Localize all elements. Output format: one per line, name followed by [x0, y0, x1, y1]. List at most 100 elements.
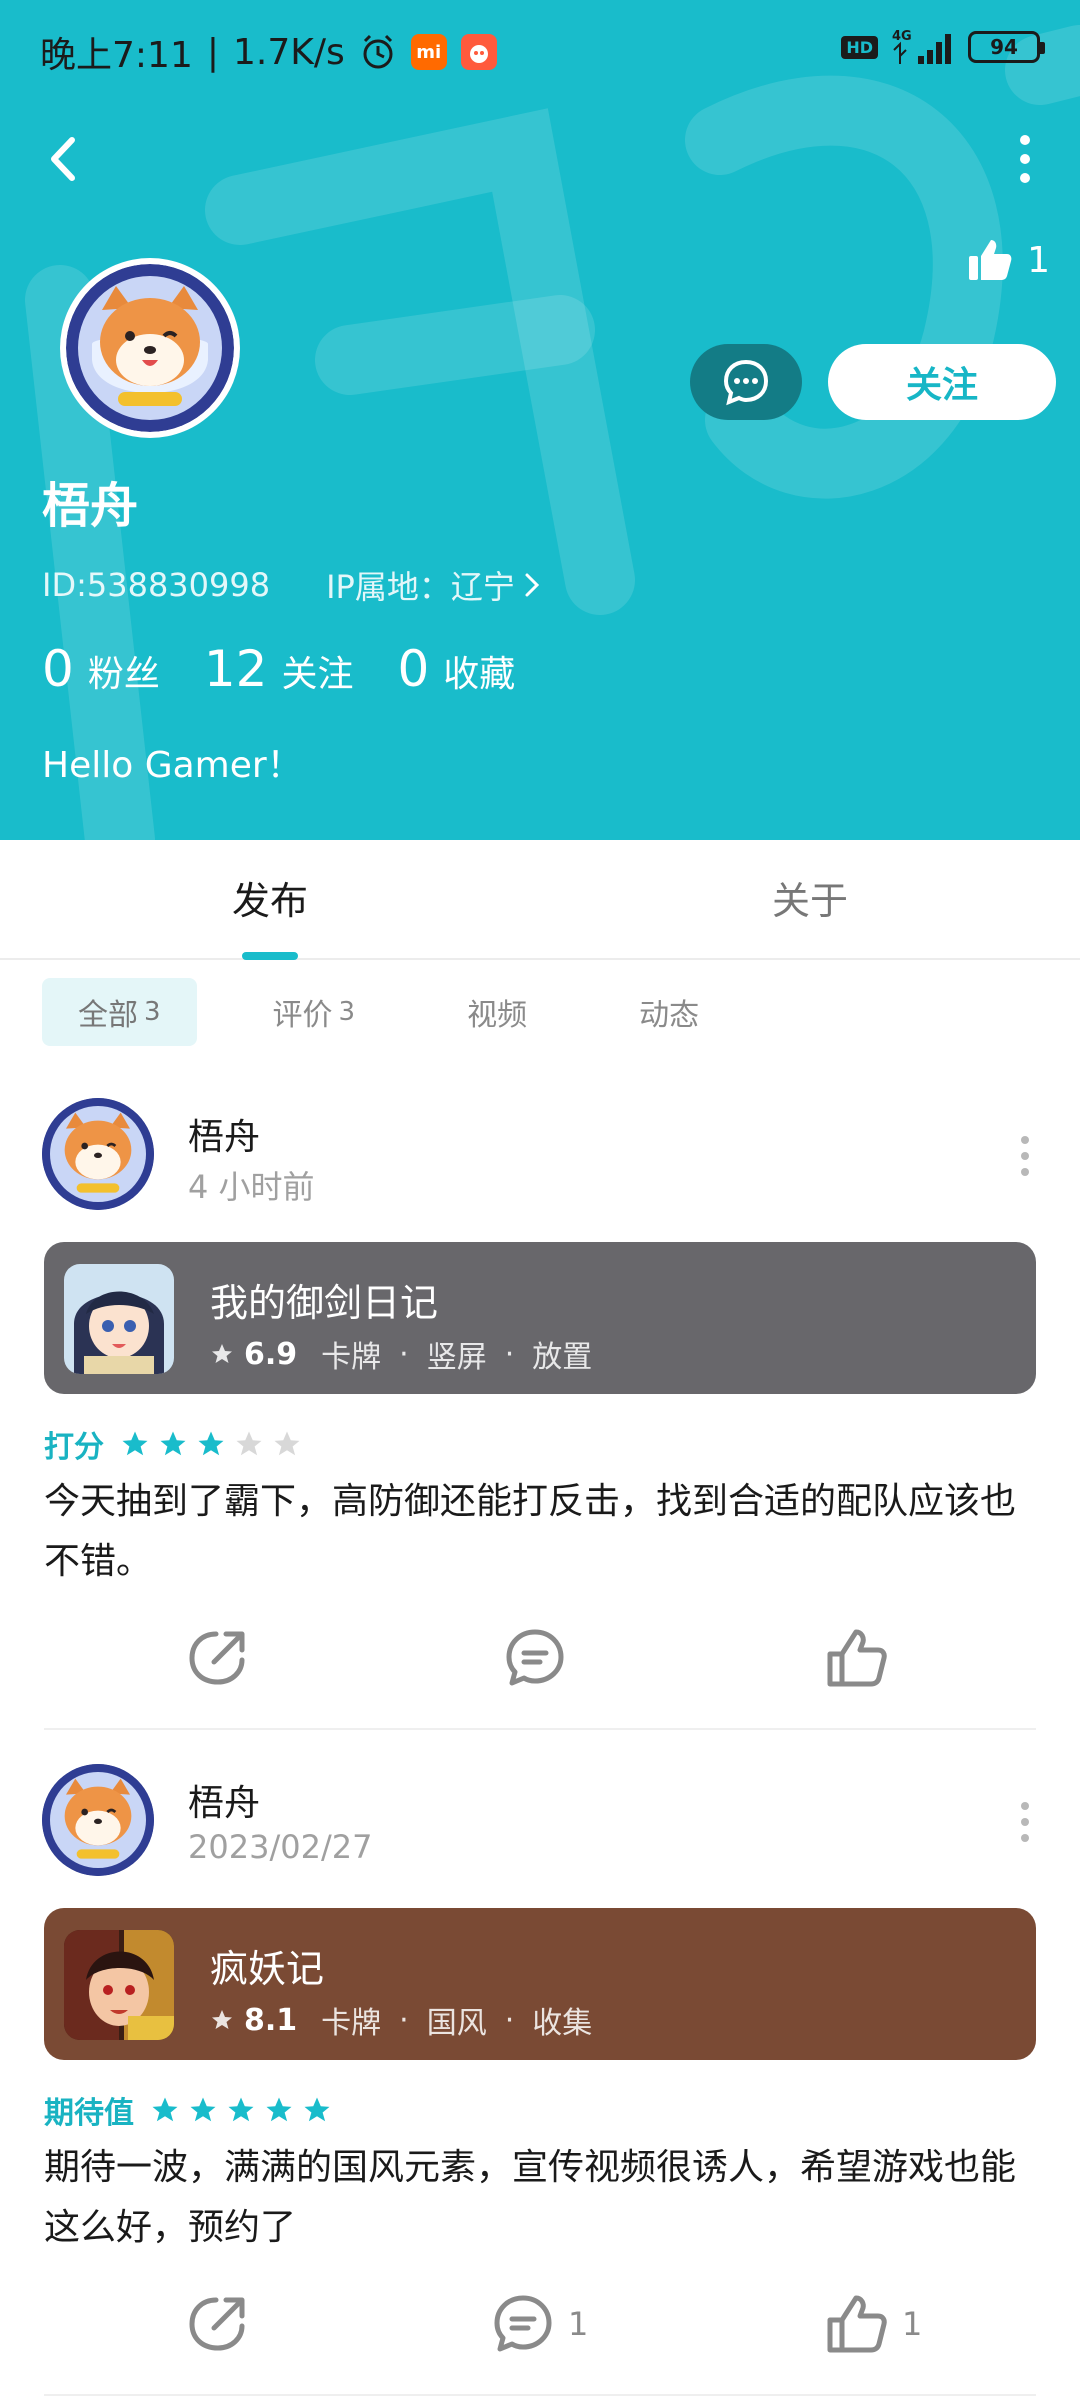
- ip-location-link[interactable]: IP属地：辽宁: [326, 562, 541, 608]
- like-button[interactable]: 1: [826, 2284, 922, 2364]
- filter-reviews-count: 3: [338, 997, 356, 1027]
- fantasy-character-image: [64, 1930, 174, 2040]
- message-button[interactable]: [690, 344, 802, 420]
- stat-favorites-number: 0: [397, 640, 430, 698]
- share-button[interactable]: [186, 2284, 250, 2364]
- profile-id: ID:538830998: [42, 566, 271, 604]
- post-divider: [44, 1728, 1036, 1730]
- like-button[interactable]: [826, 1618, 902, 1698]
- post-more-icon[interactable]: [1010, 1792, 1040, 1852]
- tab-publish[interactable]: 发布: [0, 870, 540, 925]
- filter-reviews[interactable]: 评价 3: [237, 978, 392, 1046]
- post-actions: 1 1: [0, 2284, 1080, 2364]
- thumbs-up-icon: [827, 2295, 887, 2353]
- game-icon: [64, 1930, 174, 2040]
- rating-stars: [150, 2095, 332, 2125]
- chevron-right-icon: [525, 573, 539, 597]
- stat-favorites-label: 收藏: [443, 654, 516, 695]
- rating-row: 打分: [44, 1422, 302, 1466]
- comment-count: 1: [568, 2305, 589, 2343]
- rating-star-icon: [160, 1431, 186, 1456]
- tag-separator: ·: [504, 2002, 515, 2038]
- signal-icon: 4G: [892, 29, 951, 64]
- share-button[interactable]: [186, 1618, 250, 1698]
- game-name: 疯妖记: [210, 1947, 325, 1991]
- filter-all-label: 全部: [78, 998, 138, 1033]
- rating-label: 打分: [44, 1430, 104, 1465]
- profile-username: 梧舟: [42, 478, 139, 534]
- game-meta: 8.1 卡牌 · 国风 · 收集: [210, 1998, 592, 2042]
- game-card[interactable]: 疯妖记 8.1 卡牌 · 国风 · 收集: [44, 1908, 1036, 2060]
- post-text: 今天抽到了霸下，高防御还能打反击，找到合适的配队应该也不错。: [44, 1481, 1017, 1582]
- game-tag: 卡牌: [321, 2006, 382, 2041]
- stat-following[interactable]: 12 关注: [204, 640, 354, 698]
- profile-like-number: 1: [1027, 239, 1050, 281]
- tab-about[interactable]: 关于: [540, 870, 1080, 925]
- filter-moments-label: 动态: [639, 998, 700, 1033]
- status-right: HD 4G 94: [841, 28, 1045, 66]
- filter-videos[interactable]: 视频: [431, 978, 563, 1046]
- post-actions: [0, 1618, 1080, 1698]
- mi-app-icon: mi: [410, 34, 447, 70]
- comment-button[interactable]: [504, 1618, 580, 1698]
- battery-indicator: 94: [968, 31, 1045, 63]
- profile-like-count[interactable]: 1: [967, 238, 1050, 282]
- notification-app-icon: [460, 34, 497, 70]
- post-filters: 全部 3 评价 3 视频 动态: [42, 978, 735, 1046]
- filter-moments[interactable]: 动态: [603, 978, 735, 1046]
- post-author-avatar[interactable]: [42, 1098, 154, 1210]
- rating-star-icon: [152, 2097, 178, 2122]
- game-score: 6.9: [244, 1336, 298, 1372]
- more-menu-icon[interactable]: [1000, 126, 1050, 192]
- comment-icon: [494, 2295, 552, 2352]
- comment-button[interactable]: 1: [492, 2284, 588, 2364]
- post-divider: [44, 2394, 1036, 2396]
- status-left: 晚上7:11 | 1.7K/s mi: [40, 26, 497, 78]
- rating-star-icon: [198, 1431, 224, 1456]
- status-net-speed: 1.7K/s: [232, 31, 345, 73]
- hd-badge: HD: [841, 35, 878, 59]
- stat-following-number: 12: [203, 640, 268, 698]
- filter-videos-label: 视频: [467, 998, 528, 1033]
- status-separator: |: [206, 31, 219, 73]
- post-author-name[interactable]: 梧舟: [188, 1774, 260, 1826]
- thumbs-up-icon: [827, 1629, 887, 1687]
- follow-button[interactable]: 关注: [828, 344, 1056, 420]
- profile-id-row: ID:538830998 IP属地：辽宁: [42, 562, 541, 608]
- game-card[interactable]: 我的御剑日记 6.9 卡牌 · 竖屏 · 放置: [44, 1242, 1036, 1394]
- alarm-icon: [363, 34, 393, 69]
- svg-text:4G: 4G: [892, 29, 912, 44]
- stat-fans-label: 粉丝: [87, 654, 160, 695]
- profile-avatar[interactable]: [60, 258, 240, 438]
- game-tag: 放置: [532, 1340, 593, 1375]
- ip-location-text: IP属地：辽宁: [326, 568, 515, 606]
- filter-reviews-label: 评价: [272, 998, 333, 1033]
- game-icon: [64, 1264, 174, 1374]
- post-more-icon[interactable]: [1010, 1126, 1040, 1186]
- rating-star-icon: [266, 2097, 292, 2122]
- post-text: 期待一波，满满的国风元素，宣传视频很诱人，希望游戏也能这么好，预约了: [44, 2147, 1017, 2248]
- star-icon: [212, 2010, 232, 2029]
- stat-favorites[interactable]: 0 收藏: [397, 640, 515, 698]
- rating-star-icon: [228, 2097, 254, 2122]
- rating-star-icon: [122, 1431, 148, 1456]
- shiba-avatar-image: [42, 1098, 154, 1210]
- back-arrow-icon[interactable]: [36, 126, 90, 192]
- filter-all[interactable]: 全部 3: [42, 978, 197, 1046]
- game-tag: 国风: [426, 2006, 487, 2041]
- game-name: 我的御剑日记: [210, 1281, 439, 1325]
- thumbs-up-icon: [969, 240, 1012, 280]
- post-author-avatar[interactable]: [42, 1764, 154, 1876]
- rating-stars: [120, 1429, 302, 1459]
- post-author-name[interactable]: 梧舟: [188, 1108, 260, 1160]
- stat-fans[interactable]: 0 粉丝: [42, 640, 160, 698]
- comment-icon: [506, 1629, 564, 1686]
- stat-fans-number: 0: [42, 640, 74, 698]
- profile-tabs: 发布 关于: [0, 840, 1080, 960]
- rating-star-icon: [236, 1431, 262, 1456]
- battery-level: 94: [990, 35, 1018, 59]
- profile-header: 晚上7:11 | 1.7K/s mi HD 4G 94 1 关注 梧舟 ID:5…: [0, 0, 1080, 840]
- shiba-avatar-image: [66, 264, 234, 432]
- game-score: 8.1: [244, 2002, 298, 2038]
- like-count: 1: [902, 2305, 923, 2343]
